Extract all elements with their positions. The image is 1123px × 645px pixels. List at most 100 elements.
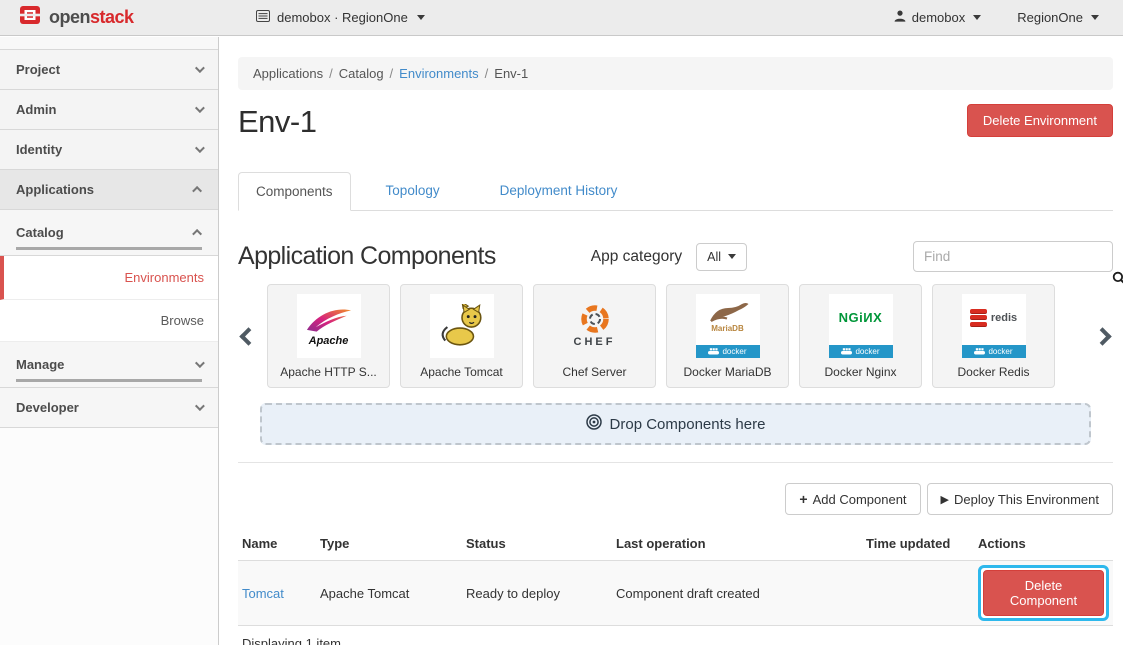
app-category-label: App category [591,248,682,266]
caret-down-icon [973,15,981,20]
play-icon: ▶ [941,493,949,506]
sidebar-item-admin[interactable]: Admin [0,90,218,130]
delete-component-button[interactable]: Delete Component [983,570,1104,616]
openstack-logo[interactable]: openstack [18,5,228,30]
chef-logo-icon: CHEF [563,294,627,358]
chevron-down-icon [195,401,205,411]
sidebar-item-developer[interactable]: Developer [0,388,218,428]
components-carousel: Apache Apache HTTP S... [238,284,1113,388]
section-divider [238,462,1113,463]
carousel-next-icon[interactable] [1093,327,1111,345]
user-menu-label: demobox [912,10,965,25]
docker-strip: docker [696,345,760,358]
docker-whale-icon [974,346,985,357]
component-card-docker-nginx[interactable]: NGiИX docker Docker Nginx [799,284,922,388]
deploy-environment-button[interactable]: ▶ Deploy This Environment [927,483,1113,515]
component-card-apache-tomcat[interactable]: Apache Tomcat [400,284,523,388]
openstack-logo-icon [18,5,42,30]
find-input[interactable] [913,241,1113,272]
drop-zone-label: Drop Components here [610,416,766,433]
tab-deployment-history[interactable]: Deployment History [483,172,635,211]
breadcrumb: Applications/Catalog/Environments/Env-1 [238,57,1113,90]
component-card-docker-redis[interactable]: redis docker Docker Redis [932,284,1055,388]
region-menu-label: RegionOne [1017,10,1083,25]
project-list-icon [256,10,270,25]
docker-whale-icon [708,346,719,357]
breadcrumb-separator: / [329,66,333,81]
docker-whale-icon [841,346,852,357]
component-status-cell: Ready to deploy [462,561,612,626]
sidebar-item-catalog[interactable]: Catalog [0,210,218,256]
app-category-dropdown[interactable]: All [696,243,747,271]
caret-down-icon [728,254,736,259]
tab-components[interactable]: Components [238,172,351,211]
redis-logo-icon: redis docker [962,294,1026,358]
page-title: Env-1 [238,104,316,140]
project-region-label: demobox · RegionOne [277,10,408,25]
search-icon[interactable] [1112,271,1123,289]
component-card-label: Chef Server [562,365,626,379]
chevron-down-icon [195,103,205,113]
breadcrumb-item: Catalog [339,66,384,81]
table-row: Tomcat Apache Tomcat Ready to deploy Com… [238,561,1113,626]
sidebar-item-applications[interactable]: Applications [0,170,218,210]
breadcrumb-separator: / [390,66,394,81]
breadcrumb-link-environments[interactable]: Environments [399,66,478,81]
sidebar-top-strip [0,37,218,50]
action-highlight-box: Delete Component [978,565,1109,621]
user-icon [894,10,906,25]
component-card-label: Docker Nginx [824,365,896,379]
sidebar: Project Admin Identity Applications Cata… [0,37,219,645]
component-card-label: Docker MariaDB [683,365,771,379]
components-table: Name Type Status Last operation Time upd… [238,527,1113,626]
bullseye-icon [586,414,602,434]
component-time-updated-cell [862,561,974,626]
panel-title: Application Components [238,242,496,271]
tomcat-logo-icon [430,294,494,358]
component-card-label: Apache HTTP S... [280,365,377,379]
top-navbar: openstack demobox · RegionOne demobox Re… [0,0,1123,36]
user-menu[interactable]: demobox [894,10,981,25]
component-last-operation-cell: Component draft created [612,561,862,626]
column-header-type: Type [316,527,462,561]
sidebar-item-browse[interactable]: Browse [0,300,218,342]
delete-environment-button[interactable]: Delete Environment [967,104,1113,137]
chevron-up-icon [192,186,202,196]
column-header-actions: Actions [974,527,1113,561]
chevron-down-icon [195,63,205,73]
drop-components-zone[interactable]: Drop Components here [260,403,1091,445]
component-card-chef-server[interactable]: CHEF Chef Server [533,284,656,388]
sidebar-item-identity[interactable]: Identity [0,130,218,170]
column-header-last-operation: Last operation [612,527,862,561]
breadcrumb-separator: / [485,66,489,81]
carousel-prev-icon[interactable] [239,327,257,345]
component-name-link[interactable]: Tomcat [242,586,284,601]
component-card-docker-mariadb[interactable]: MariaDB docker Docker MariaDB [666,284,789,388]
column-header-time-updated: Time updated [862,527,974,561]
sidebar-item-project[interactable]: Project [0,50,218,90]
table-footer: Displaying 1 item [238,626,1113,645]
component-card-label: Apache Tomcat [420,365,503,379]
plus-icon: + [799,491,807,507]
docker-strip: docker [829,345,893,358]
tab-topology[interactable]: Topology [369,172,457,211]
sidebar-item-environments[interactable]: Environments [0,256,218,300]
chevron-down-icon [195,358,205,368]
main-content: Applications/Catalog/Environments/Env-1 … [220,36,1123,645]
caret-down-icon [417,15,425,20]
project-region-switcher[interactable]: demobox · RegionOne [256,10,425,25]
docker-strip: docker [962,345,1026,358]
mariadb-logo-icon: MariaDB docker [696,294,760,358]
sidebar-item-manage[interactable]: Manage [0,342,218,388]
region-menu[interactable]: RegionOne [1017,10,1099,25]
chevron-down-icon [195,143,205,153]
nginx-logo-icon: NGiИX docker [829,294,893,358]
component-type-cell: Apache Tomcat [316,561,462,626]
chevron-up-icon [192,229,202,239]
column-header-status: Status [462,527,612,561]
component-card-apache-httpd[interactable]: Apache Apache HTTP S... [267,284,390,388]
apache-httpd-logo-icon: Apache [297,294,361,358]
breadcrumb-item-current: Env-1 [494,66,528,81]
add-component-button[interactable]: + Add Component [785,483,920,515]
openstack-logo-text: openstack [49,7,134,28]
